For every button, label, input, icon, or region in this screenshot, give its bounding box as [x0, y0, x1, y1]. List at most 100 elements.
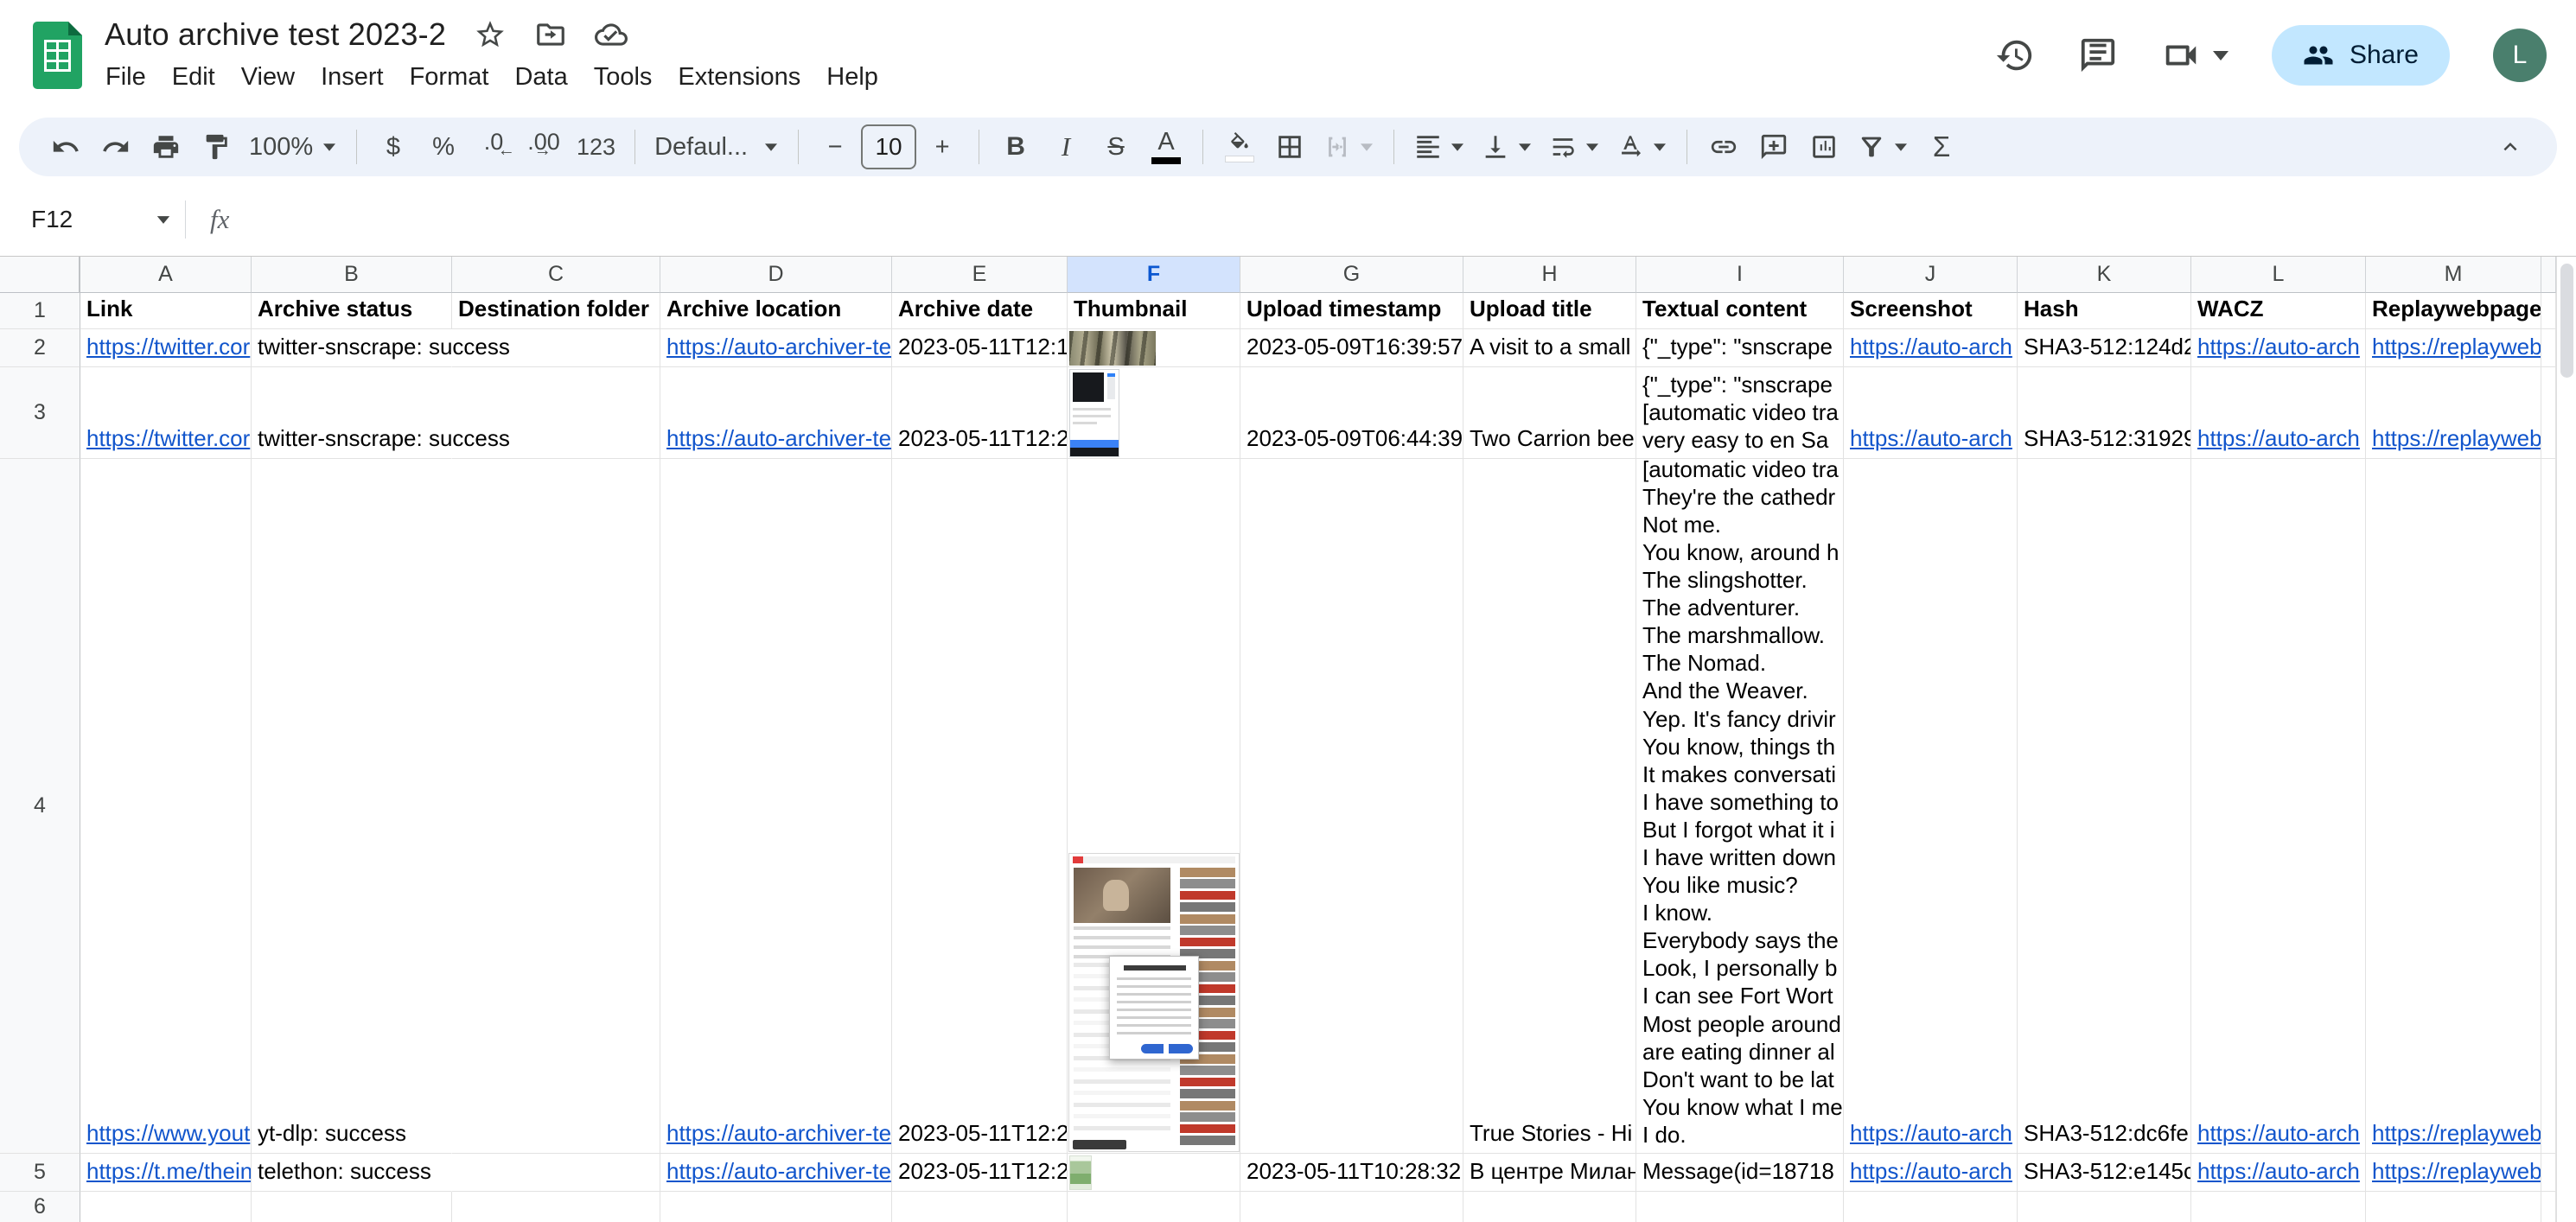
cell-L3[interactable]: https://auto-arch: [2191, 367, 2366, 459]
print-button[interactable]: [142, 123, 190, 171]
cell-A5[interactable]: https://t.me/thein: [80, 1154, 252, 1192]
cell-F2[interactable]: [1068, 329, 1240, 367]
cell-M6[interactable]: [2366, 1192, 2541, 1222]
name-box[interactable]: F12: [0, 206, 185, 233]
cell-D5[interactable]: https://auto-archiver-te: [660, 1154, 892, 1192]
redo-button[interactable]: [92, 123, 140, 171]
font-size-input[interactable]: 10: [861, 124, 917, 169]
cell-link[interactable]: https://www.yout: [80, 1120, 251, 1153]
row-header-5[interactable]: 5: [0, 1154, 80, 1192]
cell-H4[interactable]: True Stories - Hi: [1463, 459, 1636, 1154]
menu-view[interactable]: View: [228, 58, 308, 97]
cell-link[interactable]: https://twitter.cor: [80, 425, 251, 458]
scrollbar-thumb[interactable]: [2560, 264, 2573, 378]
column-header-I[interactable]: I: [1636, 257, 1844, 293]
text-wrap-button[interactable]: [1541, 123, 1607, 171]
cell-K5[interactable]: SHA3-512:e145c: [2018, 1154, 2191, 1192]
column-header-F[interactable]: F: [1068, 257, 1240, 293]
cell-D6[interactable]: [660, 1192, 892, 1222]
cell-L5[interactable]: https://auto-arch: [2191, 1154, 2366, 1192]
cell-F6[interactable]: [1068, 1192, 1240, 1222]
cell-N6[interactable]: [2541, 1192, 2556, 1222]
cell-link[interactable]: https://replayweb.: [2366, 1120, 2541, 1153]
cell-link[interactable]: https://auto-arch: [2191, 425, 2365, 458]
bold-button[interactable]: B: [992, 123, 1040, 171]
column-header-D[interactable]: D: [660, 257, 892, 293]
menu-insert[interactable]: Insert: [308, 58, 397, 97]
cell-E6[interactable]: [892, 1192, 1068, 1222]
column-header-L[interactable]: L: [2191, 257, 2366, 293]
cell-C1[interactable]: Destination folder: [452, 293, 660, 329]
cell-link[interactable]: https://t.me/thein: [80, 1158, 251, 1191]
cell-J5[interactable]: https://auto-arch: [1844, 1154, 2018, 1192]
cell-D3[interactable]: https://auto-archiver-te: [660, 367, 892, 459]
cell-K1[interactable]: Hash: [2018, 293, 2191, 329]
comments-icon[interactable]: [2078, 35, 2118, 75]
cell-G6[interactable]: [1240, 1192, 1463, 1222]
cell-J6[interactable]: [1844, 1192, 2018, 1222]
horizontal-align-button[interactable]: [1406, 123, 1472, 171]
cell-H6[interactable]: [1463, 1192, 1636, 1222]
cell-J4[interactable]: https://auto-arch: [1844, 459, 2018, 1154]
menu-tools[interactable]: Tools: [581, 58, 666, 97]
cell-F1[interactable]: Thumbnail: [1068, 293, 1240, 329]
cell-A2[interactable]: https://twitter.cor: [80, 329, 252, 367]
cell-F4[interactable]: [1068, 459, 1240, 1154]
column-header-C[interactable]: C: [452, 257, 660, 293]
cell-B6[interactable]: [252, 1192, 452, 1222]
column-header-M[interactable]: M: [2366, 257, 2541, 293]
cell-I6[interactable]: [1636, 1192, 1844, 1222]
cell-link[interactable]: https://replayweb.: [2366, 1158, 2541, 1191]
borders-button[interactable]: [1266, 123, 1314, 171]
functions-button[interactable]: Σ: [1917, 123, 1966, 171]
menu-file[interactable]: File: [92, 58, 159, 97]
version-history-icon[interactable]: [1995, 35, 2035, 75]
merge-cells-button[interactable]: [1316, 123, 1381, 171]
row-header-1[interactable]: 1: [0, 293, 80, 329]
cell-link[interactable]: https://auto-arch: [1844, 425, 2017, 458]
cell-J1[interactable]: Screenshot: [1844, 293, 2018, 329]
cell-H1[interactable]: Upload title: [1463, 293, 1636, 329]
cell-I1[interactable]: Textual content: [1636, 293, 1844, 329]
cell-link[interactable]: https://auto-archiver-te: [660, 425, 891, 458]
cell-link[interactable]: https://auto-arch: [2191, 334, 2365, 366]
paint-format-button[interactable]: [192, 123, 240, 171]
cell-D4[interactable]: https://auto-archiver-te: [660, 459, 892, 1154]
cell-F3[interactable]: [1068, 367, 1240, 459]
cell-M2[interactable]: https://replayweb.: [2366, 329, 2541, 367]
cell-A6[interactable]: [80, 1192, 252, 1222]
column-header-A[interactable]: A: [80, 257, 252, 293]
cell-J2[interactable]: https://auto-arch: [1844, 329, 2018, 367]
insert-chart-button[interactable]: [1800, 123, 1848, 171]
cell-link[interactable]: https://auto-archiver-te: [660, 334, 891, 366]
cell-E2[interactable]: 2023-05-11T12:1: [892, 329, 1068, 367]
meet-join-control[interactable]: [2161, 35, 2228, 75]
cell-link[interactable]: https://twitter.cor: [80, 334, 251, 366]
cell-N1[interactable]: [2541, 293, 2556, 329]
cell-H5[interactable]: В центре Милан: [1463, 1154, 1636, 1192]
cell-M1[interactable]: Replaywebpage: [2366, 293, 2541, 329]
cell-link[interactable]: https://auto-archiver-te: [660, 1158, 891, 1191]
cell-link[interactable]: https://auto-arch: [2191, 1158, 2365, 1191]
cell-link[interactable]: https://auto-arch: [1844, 1120, 2017, 1153]
cell-J3[interactable]: https://auto-arch: [1844, 367, 2018, 459]
star-icon[interactable]: [474, 18, 507, 51]
cell-link[interactable]: https://auto-arch: [2191, 1120, 2365, 1153]
cloud-saved-icon[interactable]: [595, 18, 628, 51]
cell-E5[interactable]: 2023-05-11T12:2: [892, 1154, 1068, 1192]
cell-A3[interactable]: https://twitter.cor: [80, 367, 252, 459]
column-header-E[interactable]: E: [892, 257, 1068, 293]
cell-L4[interactable]: https://auto-arch: [2191, 459, 2366, 1154]
cell-B2[interactable]: twitter-snscrape: success: [252, 329, 510, 367]
cell-I3[interactable]: {"_type": "snscrape [automatic video tra v…: [1636, 367, 1844, 459]
cell-B3[interactable]: twitter-snscrape: success: [252, 367, 510, 459]
column-header-J[interactable]: J: [1844, 257, 2018, 293]
cell-K2[interactable]: SHA3-512:124d2: [2018, 329, 2191, 367]
menu-extensions[interactable]: Extensions: [665, 58, 813, 97]
format-currency-button[interactable]: $: [369, 123, 418, 171]
column-header-B[interactable]: B: [252, 257, 452, 293]
cell-D1[interactable]: Archive location: [660, 293, 892, 329]
cell-K4[interactable]: SHA3-512:dc6fe: [2018, 459, 2191, 1154]
cell-H3[interactable]: Two Carrion bee: [1463, 367, 1636, 459]
menu-data[interactable]: Data: [501, 58, 580, 97]
